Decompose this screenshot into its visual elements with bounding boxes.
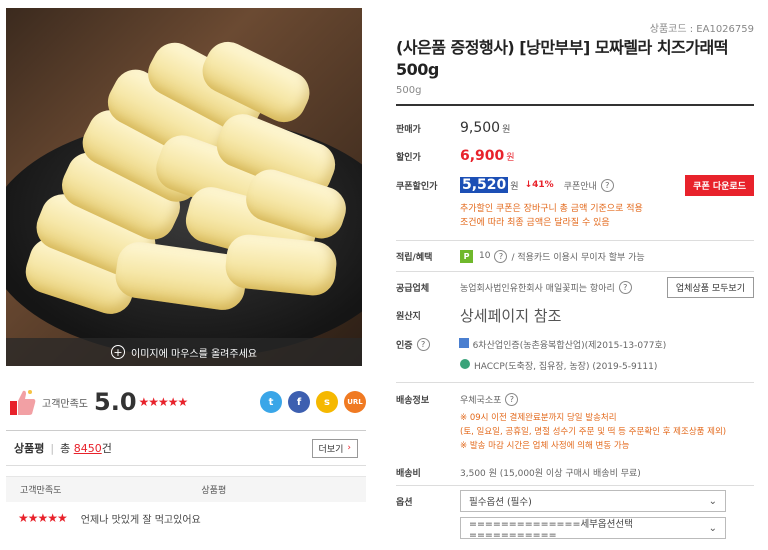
review-label: 상품평 <box>14 442 45 455</box>
won-unit: 원 <box>506 152 515 163</box>
rating-score: 5.0 <box>94 388 137 416</box>
help-icon[interactable]: ? <box>416 337 430 351</box>
header-satisfaction: 고객만족도 <box>20 486 62 496</box>
review-table-header: 고객만족도 상품평 <box>6 476 366 502</box>
shipping-note-3: ※ 발송 마감 시간은 업체 사정에 의해 변동 가능 <box>460 441 630 451</box>
sale-price: 9,500 <box>460 120 501 136</box>
table-row[interactable]: ★★★★★ 언제나 맛있게 잘 먹고있어요 <box>6 502 366 534</box>
discount-price-label: 할인가 <box>396 152 421 163</box>
product-code: 상품코드 : EA1026759 <box>649 24 754 35</box>
discount-price: 6,900 <box>460 148 505 164</box>
card-info: / 적용카드 이용시 무이자 할부 가능 <box>511 252 645 263</box>
shipping-method: 우체국소포 <box>460 395 502 406</box>
product-title: (사은품 증정행사) [낭만부부] 모짜렐라 치즈가래떡 500g <box>396 38 728 79</box>
required-option-value: 필수옵션 (필수) <box>469 497 532 508</box>
facebook-icon[interactable]: f <box>288 391 310 413</box>
share-buttons: t f s URL <box>260 391 366 413</box>
help-icon[interactable]: ? <box>618 280 632 294</box>
fee-row: 배송비 3,500 원 (15,000원 이상 구매시 배송비 무료) <box>396 459 754 485</box>
help-icon[interactable]: ? <box>600 178 614 192</box>
image-hover-bar[interactable]: + 이미지에 마우스를 올려주세요 <box>6 338 362 366</box>
cert-row-2: HACCP(도축장, 집유장, 농장) (2019-5-9111) <box>396 356 754 374</box>
right-column: 상품코드 : EA1026759 (사은품 증정행사) [낭만부부] 모짜렐라 … <box>396 20 754 541</box>
discount-price-row: 할인가 6,900 원 <box>396 146 754 166</box>
coupon-note-2: 조건에 따라 최종 금액은 달라질 수 있음 <box>460 218 610 228</box>
won-unit: 원 <box>510 181 519 192</box>
twitter-icon[interactable]: t <box>260 391 282 413</box>
detail-option-select[interactable]: ==============세부옵션선택=========== ⌄ <box>460 517 726 541</box>
benefit-row: 적립/혜택 P 10 ? / 적용카드 이용시 무이자 할부 가능 <box>396 241 754 271</box>
header-review: 상품평 <box>201 486 227 496</box>
detail-option-value: ==============세부옵션선택=========== <box>469 518 633 541</box>
rating-stars: ★★★★★ <box>138 395 189 409</box>
review-summary: 상품평 | 총 8450 건 더보기 › <box>6 430 366 466</box>
help-icon[interactable]: ? <box>494 249 508 263</box>
options-row-2: ==============세부옵션선택=========== ⌄ <box>396 516 754 541</box>
shipping-note-1: ※ 09시 이전 결제완료분까지 당일 발송처리 <box>460 413 617 423</box>
origin-value: 상세페이지 참조 <box>460 306 562 325</box>
shipping-note-2: (토, 일요일, 공휴일, 명절 성수기 주문 및 떡 등 주문확인 후 제조상… <box>460 427 727 437</box>
supplier-all-products-button[interactable]: 업체상품 모두보기 <box>666 276 754 298</box>
coupon-price: 5,520 <box>460 177 509 193</box>
thumbs-up-icon <box>10 390 36 415</box>
options-label: 옵션 <box>396 497 413 508</box>
help-icon[interactable]: ? <box>505 392 519 406</box>
plus-icon: + <box>111 345 126 359</box>
coupon-price-label: 쿠폰할인가 <box>396 181 438 192</box>
left-column: + 이미지에 마우스를 올려주세요 고객만족도 5.0 ★★★★★ t f s … <box>6 8 366 534</box>
hover-text: 이미지에 마우스를 올려주세요 <box>131 348 257 360</box>
review-text: 언제나 맛있게 잘 먹고있어요 <box>80 514 201 526</box>
coupon-info[interactable]: 쿠폰안내 <box>564 179 597 192</box>
points-value: 10 <box>479 251 491 261</box>
review-total-prefix: 총 <box>60 442 71 455</box>
cert-label: 인증 <box>396 340 413 351</box>
shipping-notes: ※ 09시 이전 결제완료분까지 당일 발송처리 (토, 일요일, 공휴일, 명… <box>396 411 754 453</box>
haccp-icon <box>460 358 470 369</box>
cert-item-1-text: 6차산업인증(농촌융복합산업)(제2015-13-077호) <box>472 340 667 351</box>
review-stars: ★★★★★ <box>18 511 68 525</box>
supplier-label: 공급업체 <box>396 283 430 294</box>
origin-label: 원산지 <box>396 311 421 322</box>
chevron-right-icon: › <box>347 443 351 453</box>
shipping-row: 배송정보 우체국소포 ? <box>396 387 754 411</box>
required-option-select[interactable]: 필수옵션 (필수) ⌄ <box>460 490 726 512</box>
more-label: 더보기 <box>318 444 344 455</box>
coupon-price-row: 쿠폰할인가 5,520 원 ↓41% 쿠폰안내 ? 쿠폰 다운로드 <box>396 174 754 196</box>
benefit-label: 적립/혜택 <box>396 252 433 263</box>
chevron-down-icon: ⌄ <box>708 495 717 507</box>
cert-item-1: 6차산업인증(농촌융복합산업)(제2015-13-077호) <box>458 337 667 351</box>
shipping-label: 배송정보 <box>396 395 430 406</box>
review-count[interactable]: 8450 <box>74 442 102 455</box>
coupon-note-1: 추가할인 쿠폰은 장바구니 총 금액 기준으로 적용 <box>460 204 643 214</box>
fee-label: 배송비 <box>396 468 421 479</box>
coupon-percent: ↓41% <box>524 180 554 190</box>
supplier-row: 공급업체 농업회사법인유한회사 매일꽃피는 항아리 ? 업체상품 모두보기 <box>396 272 754 302</box>
points-badge-icon: P <box>460 249 473 263</box>
won-unit: 원 <box>502 124 511 135</box>
product-image[interactable]: + 이미지에 마우스를 올려주세요 <box>6 8 362 366</box>
rating-label: 고객만족도 <box>42 398 88 410</box>
supplier-name: 농업회사법인유한회사 매일꽃피는 항아리 <box>460 283 615 294</box>
chevron-down-icon: ⌄ <box>708 522 717 534</box>
kakaostory-icon[interactable]: s <box>316 391 338 413</box>
fee-value: 3,500 원 (15,000원 이상 구매시 배송비 무료) <box>460 468 641 479</box>
options-row: 옵션 필수옵션 (필수) ⌄ <box>396 486 754 516</box>
cert-badge-icon <box>458 337 469 348</box>
cert-row: 인증 ? 6차산업인증(농촌융복합산업)(제2015-13-077호) <box>396 332 754 356</box>
more-reviews-button[interactable]: 더보기 › <box>311 438 358 458</box>
rating-row: 고객만족도 5.0 ★★★★★ t f s URL <box>6 374 366 430</box>
sale-price-label: 판매가 <box>396 124 421 135</box>
cert-item-2: HACCP(도축장, 집유장, 농장) (2019-5-9111) <box>460 358 658 372</box>
cert-item-2-text: HACCP(도축장, 집유장, 농장) (2019-5-9111) <box>474 361 658 372</box>
product-subtitle: 500g <box>396 85 754 106</box>
sale-price-row: 판매가 9,500 원 <box>396 118 754 138</box>
review-count-suffix: 건 <box>101 442 112 455</box>
url-copy-icon[interactable]: URL <box>344 391 366 413</box>
coupon-download-button[interactable]: 쿠폰 다운로드 <box>685 174 754 196</box>
origin-row: 원산지 상세페이지 참조 <box>396 302 754 328</box>
